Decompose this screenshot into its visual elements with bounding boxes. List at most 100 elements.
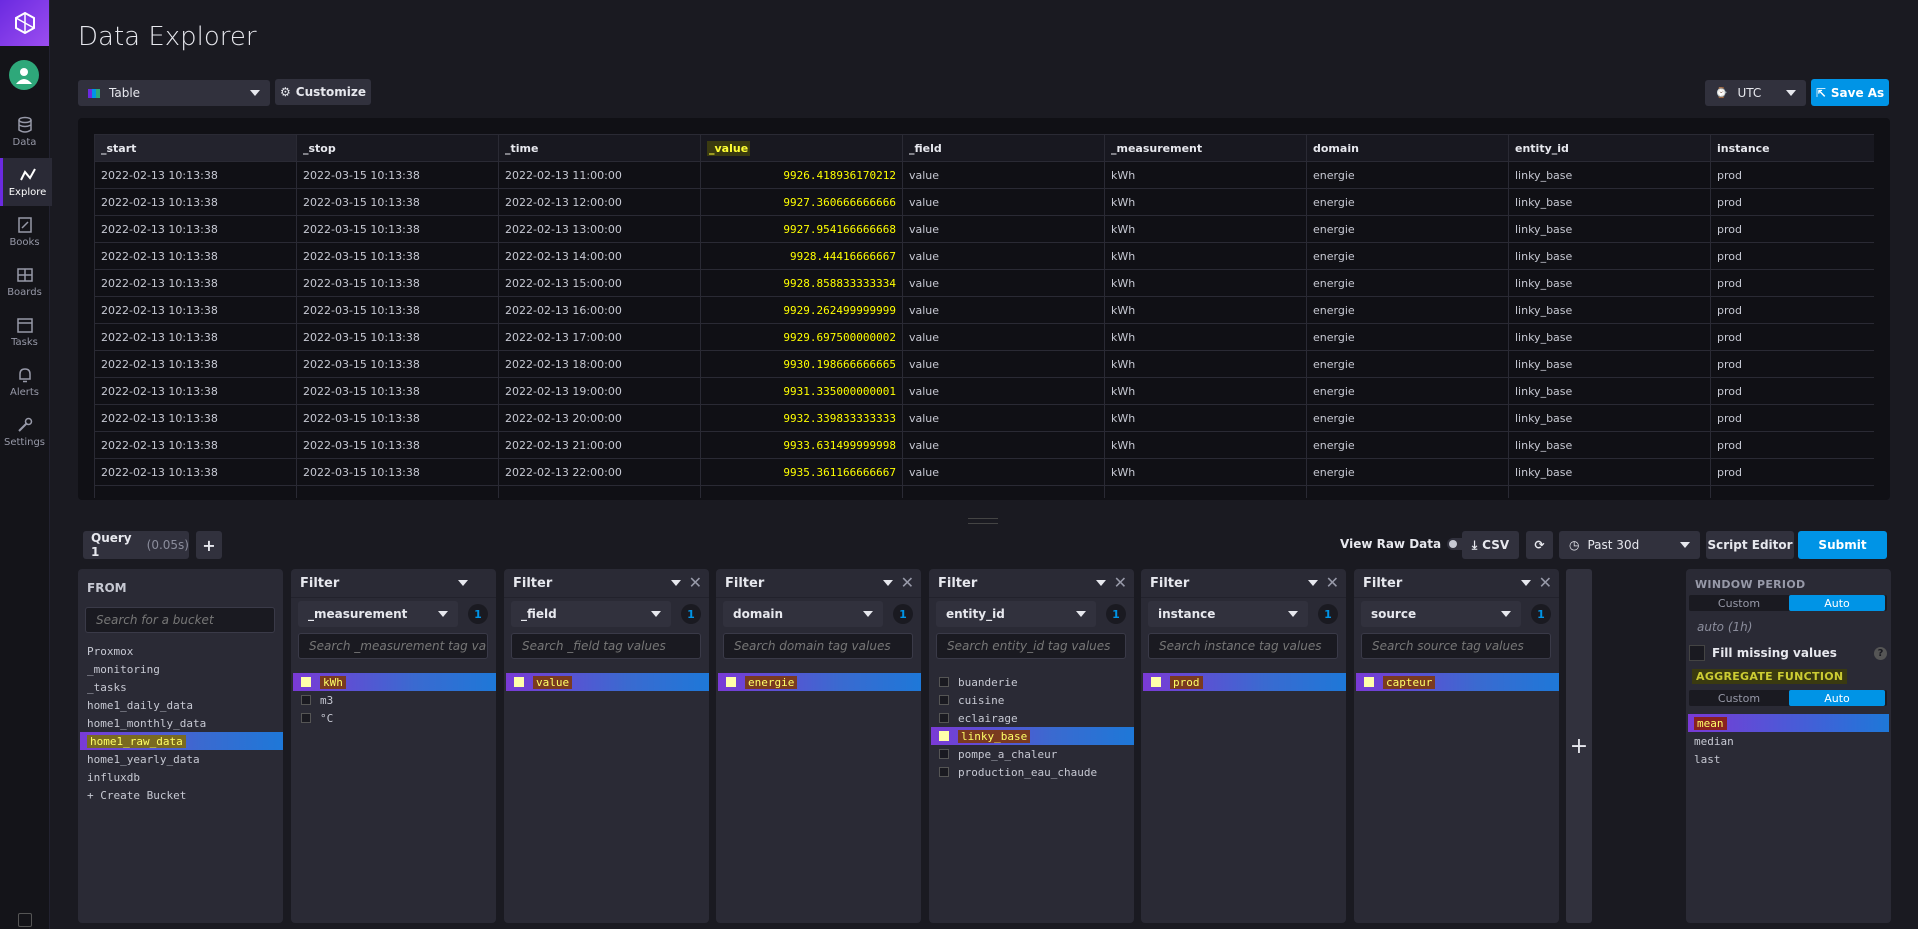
tag-value-item[interactable]: prod [1143,673,1346,691]
close-icon[interactable]: ✕ [1539,573,1552,592]
tag-value-item[interactable]: pompe_a_chaleur [931,745,1134,763]
column-header[interactable]: _measurement [1104,134,1307,162]
checkbox[interactable] [301,713,311,723]
filter-function-dropdown[interactable]: Filter ✕ [1354,569,1559,598]
checkbox[interactable] [939,731,949,741]
refresh-button[interactable]: ⟳ [1526,531,1553,559]
close-icon[interactable]: ✕ [1326,573,1339,592]
close-icon[interactable]: ✕ [689,573,702,592]
tag-key-dropdown[interactable]: entity_id [936,601,1096,627]
checkbox[interactable] [939,749,949,759]
tag-search-input[interactable]: Search _measurement tag va [298,633,488,659]
column-header[interactable]: _time [498,134,701,162]
tag-value-item[interactable]: value [506,673,709,691]
column-header[interactable]: _start [94,134,297,162]
aggregate-function-item[interactable]: last [1688,750,1889,768]
checkbox[interactable] [939,677,949,687]
help-icon[interactable]: ? [1874,646,1887,660]
checkbox[interactable] [726,677,736,687]
tag-value-item[interactable]: buanderie [931,673,1134,691]
tag-search-input[interactable]: Search domain tag values [723,633,913,659]
tag-search-input[interactable]: Search instance tag values [1148,633,1338,659]
influx-logo[interactable] [0,0,49,46]
tag-value-item[interactable]: kWh [293,673,496,691]
customize-button[interactable]: ⚙ Customize [275,79,371,105]
custom-option[interactable]: Custom [1691,595,1787,611]
tag-search-input[interactable]: Search entity_id tag values [936,633,1126,659]
tag-search-input[interactable]: Search _field tag values [511,633,701,659]
nav-tasks[interactable]: Tasks [0,308,49,356]
bucket-item[interactable]: home1_yearly_data [80,750,283,768]
column-header-value[interactable]: _value [700,134,903,162]
bucket-item[interactable]: _tasks [80,678,283,696]
column-header[interactable]: entity_id [1508,134,1711,162]
tag-value-item[interactable]: eclairage [931,709,1134,727]
create-bucket-link[interactable]: + Create Bucket [80,786,283,804]
tag-value-item[interactable]: capteur [1356,673,1559,691]
query-tab[interactable]: Query 1 (0.05s) [83,531,189,559]
close-icon[interactable]: ✕ [1114,573,1127,592]
submit-button[interactable]: Submit [1798,531,1887,559]
auto-option[interactable]: Auto [1789,595,1885,611]
user-avatar[interactable] [9,60,39,90]
save-as-button[interactable]: ⇱ Save As [1811,79,1889,106]
aggregate-function-item[interactable]: median [1688,732,1889,750]
checkbox[interactable] [939,767,949,777]
custom-option[interactable]: Custom [1691,690,1787,706]
bucket-search-input[interactable]: Search for a bucket [85,607,275,633]
tag-value-item[interactable]: cuisine [931,691,1134,709]
view-type-dropdown[interactable]: Table [78,80,270,106]
filter-function-dropdown[interactable]: Filter [291,569,496,598]
bucket-item[interactable]: Proxmox [80,642,283,660]
checkbox[interactable] [1151,677,1161,687]
resize-handle[interactable] [968,518,998,524]
results-table-scroll[interactable]: _start _stop _time _value _field _measur… [94,134,1874,498]
tag-value-item[interactable]: m3 [293,691,496,709]
bucket-item[interactable]: home1_monthly_data [80,714,283,732]
tag-key-dropdown[interactable]: domain [723,601,883,627]
tag-key-dropdown[interactable]: _measurement [298,601,458,627]
tag-value-item[interactable]: °C [293,709,496,727]
nav-explore[interactable]: Explore [0,158,52,206]
script-editor-button[interactable]: Script Editor [1706,531,1794,559]
window-period-toggle[interactable]: Custom Auto [1689,595,1887,611]
checkbox[interactable] [939,695,949,705]
tag-value-item[interactable]: linky_base [931,727,1134,745]
bucket-item[interactable]: home1_daily_data [80,696,283,714]
column-header[interactable]: domain [1306,134,1509,162]
bucket-item[interactable]: home1_raw_data [80,732,283,750]
tag-search-input[interactable]: Search source tag values [1361,633,1551,659]
nav-books[interactable]: Books [0,208,49,256]
auto-option[interactable]: Auto [1789,690,1885,706]
tag-value-item[interactable]: energie [718,673,921,691]
checkbox[interactable] [301,695,311,705]
column-header[interactable]: _field [902,134,1105,162]
aggregate-function-item[interactable]: mean [1688,714,1889,732]
nav-settings[interactable]: Settings [0,408,49,456]
add-query-button[interactable]: + [196,531,222,559]
checkbox[interactable] [514,677,524,687]
tag-key-dropdown[interactable]: _field [511,601,671,627]
tag-key-dropdown[interactable]: instance [1148,601,1308,627]
timezone-dropdown[interactable]: ⌚ UTC [1705,80,1806,106]
filter-function-dropdown[interactable]: Filter ✕ [716,569,921,598]
filter-function-dropdown[interactable]: Filter ✕ [504,569,709,598]
checkbox[interactable] [939,713,949,723]
bucket-item[interactable]: _monitoring [80,660,283,678]
time-range-dropdown[interactable]: ◷ Past 30d [1559,531,1700,559]
nav-data[interactable]: Data [0,108,49,156]
close-icon[interactable]: ✕ [901,573,914,592]
csv-button[interactable]: ⤓ CSV [1462,531,1519,559]
add-filter-button[interactable]: + [1566,569,1592,923]
bucket-item[interactable]: influxdb [80,768,283,786]
fill-missing-row[interactable]: Fill missing values ? [1689,645,1887,661]
view-raw-toggle[interactable]: View Raw Data [1340,537,1472,551]
filter-function-dropdown[interactable]: Filter ✕ [929,569,1134,598]
aggregate-toggle[interactable]: Custom Auto [1689,690,1887,706]
tag-value-item[interactable]: production_eau_chaude [931,763,1134,781]
checkbox[interactable] [1364,677,1374,687]
nav-collapse-button[interactable] [18,913,32,927]
nav-alerts[interactable]: Alerts [0,358,49,406]
tag-key-dropdown[interactable]: source [1361,601,1521,627]
column-header[interactable]: instance [1710,134,1874,162]
